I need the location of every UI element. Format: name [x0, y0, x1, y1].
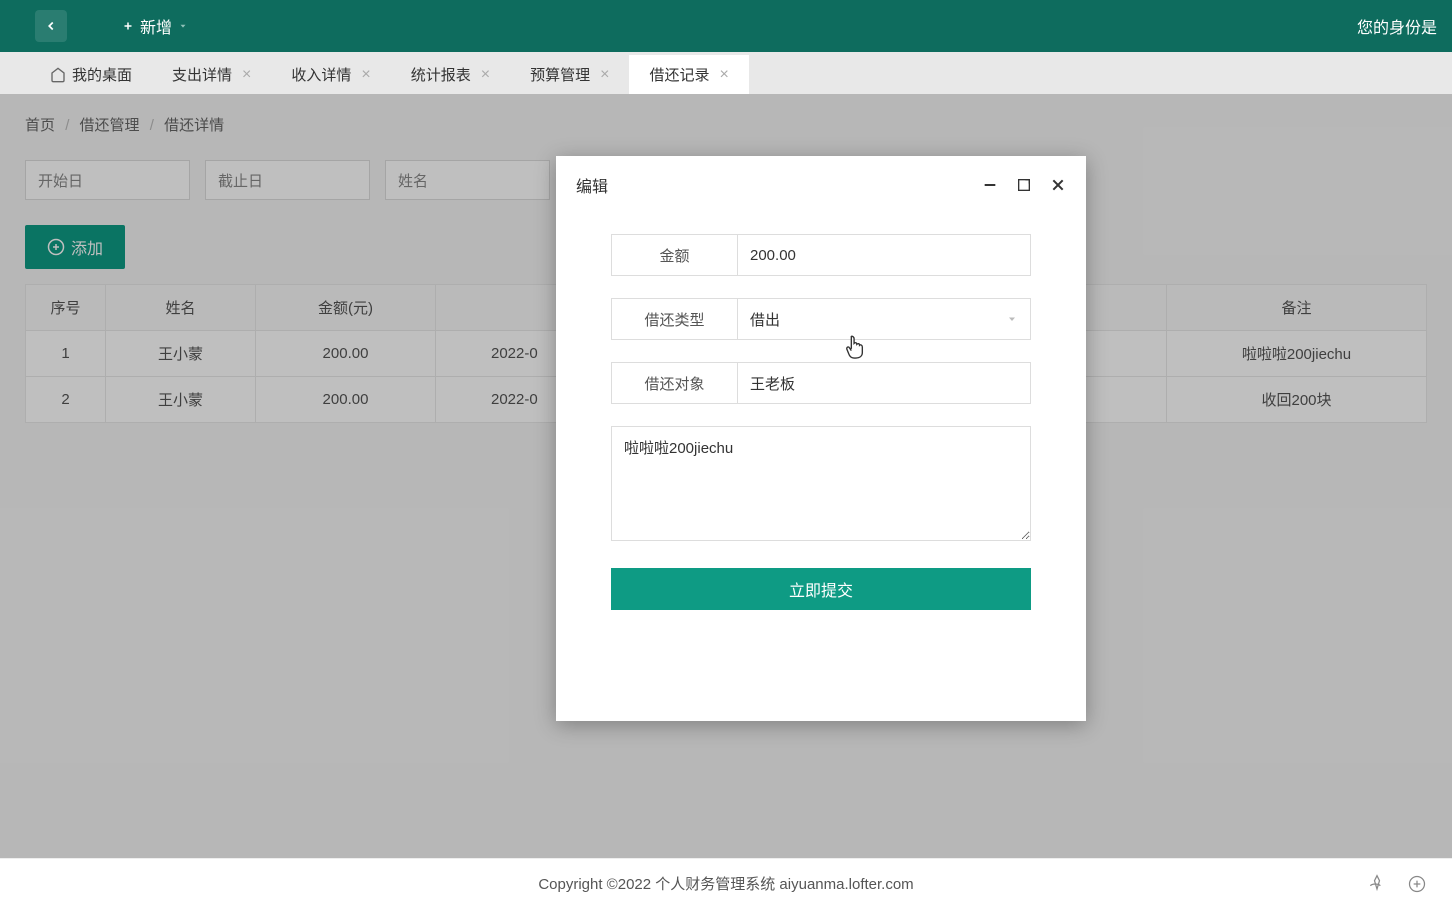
note-textarea[interactable]	[611, 426, 1031, 541]
tab-close-icon[interactable]: ×	[481, 66, 490, 84]
modal-header: 编辑	[556, 156, 1086, 214]
tab-budget[interactable]: 预算管理 ×	[510, 55, 629, 94]
form-row-target: 借还对象	[611, 362, 1031, 404]
modal-title: 编辑	[576, 173, 964, 197]
tab-expense[interactable]: 支出详情 ×	[152, 55, 271, 94]
tab-label: 支出详情	[172, 64, 232, 85]
plus-icon	[122, 20, 134, 32]
tab-stats[interactable]: 统计报表 ×	[391, 55, 510, 94]
close-button[interactable]	[1050, 177, 1066, 193]
identity-text: 您的身份是	[1357, 14, 1437, 38]
maximize-icon	[1016, 177, 1032, 193]
tab-close-icon[interactable]: ×	[361, 66, 370, 84]
rocket-icon[interactable]	[1367, 874, 1387, 894]
footer: Copyright ©2022 个人财务管理系统 aiyuanma.lofter…	[0, 858, 1452, 908]
tab-label: 收入详情	[291, 64, 351, 85]
amount-label: 金额	[612, 235, 738, 275]
amount-input[interactable]	[738, 235, 1030, 275]
form-row-amount: 金额	[611, 234, 1031, 276]
close-icon	[1050, 177, 1066, 193]
submit-button[interactable]: 立即提交	[611, 568, 1031, 610]
type-select[interactable]: 借出	[738, 299, 1030, 339]
caret-down-icon	[178, 21, 188, 31]
tab-home-label: 我的桌面	[72, 64, 132, 85]
target-input[interactable]	[738, 363, 1030, 403]
minimize-button[interactable]	[982, 177, 998, 193]
tab-label: 借还记录	[649, 64, 709, 85]
edit-modal: 编辑 金额 借还类型 借出 借还对象 立即提交	[556, 156, 1086, 721]
chevron-left-icon	[44, 19, 58, 33]
footer-copyright: Copyright ©2022 个人财务管理系统 aiyuanma.lofter…	[538, 873, 913, 894]
tab-loan-record[interactable]: 借还记录 ×	[629, 55, 748, 94]
home-icon	[50, 67, 66, 83]
tab-close-icon[interactable]: ×	[719, 66, 728, 84]
tab-close-icon[interactable]: ×	[242, 66, 251, 84]
back-button[interactable]	[35, 10, 67, 42]
maximize-button[interactable]	[1016, 177, 1032, 193]
tab-label: 预算管理	[530, 64, 590, 85]
tab-bar: 我的桌面 支出详情 × 收入详情 × 统计报表 × 预算管理 × 借还记录 ×	[0, 52, 1452, 94]
modal-body: 金额 借还类型 借出 借还对象 立即提交	[556, 214, 1086, 630]
tab-label: 统计报表	[411, 64, 471, 85]
add-new-dropdown[interactable]: 新增	[122, 14, 188, 38]
form-row-type: 借还类型 借出	[611, 298, 1031, 340]
tab-income[interactable]: 收入详情 ×	[271, 55, 390, 94]
target-label: 借还对象	[612, 363, 738, 403]
chevron-down-icon	[1006, 313, 1018, 325]
tab-home[interactable]: 我的桌面	[30, 55, 152, 94]
top-header: 新增 您的身份是	[0, 0, 1452, 52]
add-circle-icon[interactable]	[1407, 874, 1427, 894]
tab-close-icon[interactable]: ×	[600, 66, 609, 84]
type-value: 借出	[750, 309, 780, 330]
add-new-label: 新增	[140, 14, 172, 38]
type-label: 借还类型	[612, 299, 738, 339]
minimize-icon	[982, 177, 998, 193]
